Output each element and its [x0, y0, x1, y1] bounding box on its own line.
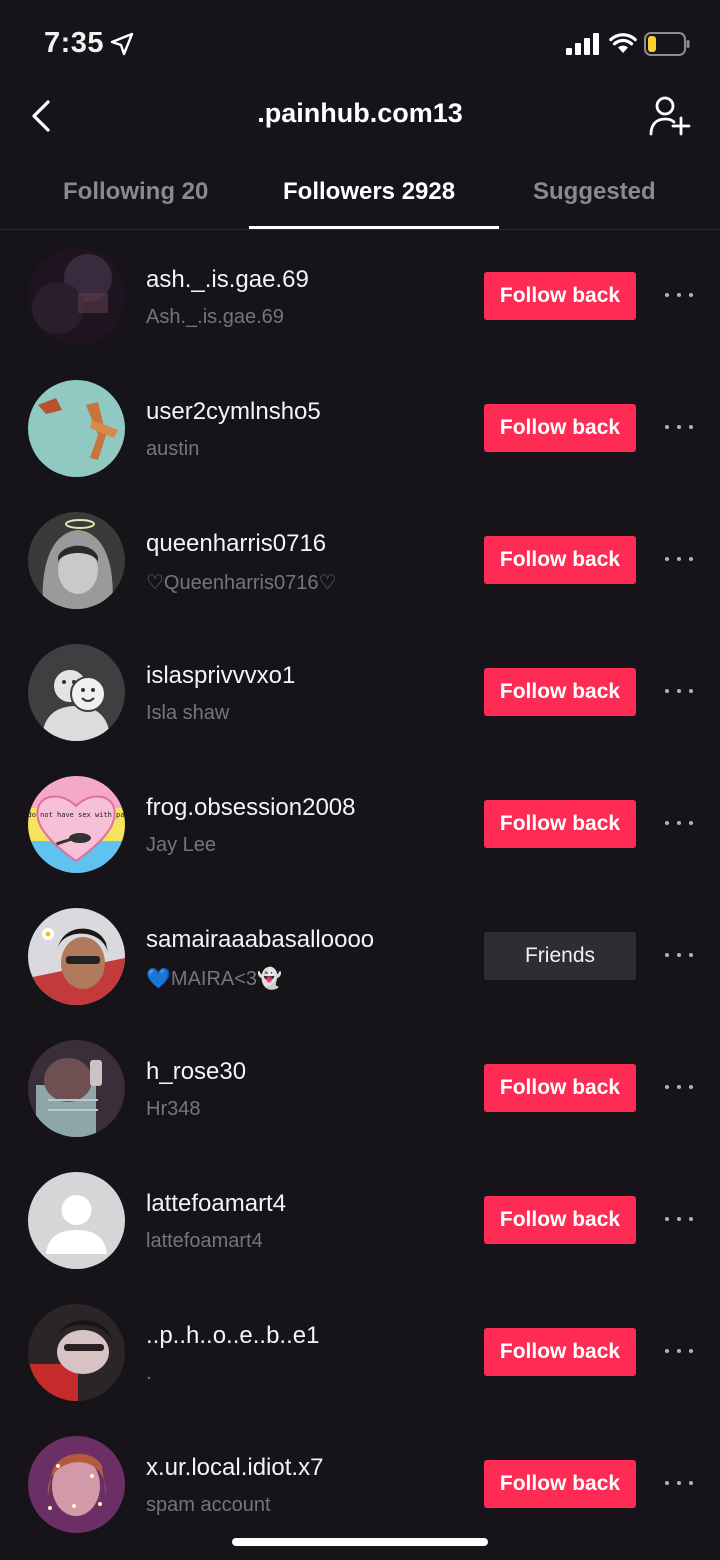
follower-nickname: Isla shaw — [146, 702, 230, 724]
avatar[interactable] — [28, 380, 125, 477]
follow-back-button[interactable]: Follow back — [484, 800, 636, 848]
more-options-icon[interactable] — [664, 818, 694, 828]
follower-nickname: ♡Queenharris0716♡ — [146, 572, 337, 594]
tab-bar: Following 20 Followers 2928 Suggested — [0, 160, 720, 230]
more-options-icon[interactable] — [664, 950, 694, 960]
location-arrow-icon — [110, 32, 134, 56]
list-item[interactable]: queenharris0716 ♡Queenharris0716♡ Follow… — [0, 494, 720, 626]
list-item[interactable]: islasprivvvxo1 Isla shaw Follow back — [0, 626, 720, 758]
follower-nickname: Jay Lee — [146, 834, 217, 856]
follow-back-button[interactable]: Follow back — [484, 1196, 636, 1244]
follow-back-button[interactable]: Follow back — [484, 668, 636, 716]
status-bar: 7:35 — [0, 0, 720, 88]
avatar[interactable] — [28, 248, 125, 345]
more-options-icon[interactable] — [664, 290, 694, 300]
list-item[interactable]: x.ur.local.idiot.x7 spam account Follow … — [0, 1418, 720, 1550]
more-options-icon[interactable] — [664, 554, 694, 564]
list-item[interactable]: samairaaabasalloooo 💙MAIRA<3👻 Friends — [0, 890, 720, 1022]
follow-back-button[interactable]: Follow back — [484, 404, 636, 452]
follower-username[interactable]: queenharris0716 — [146, 530, 326, 558]
follow-back-button[interactable]: Follow back — [484, 536, 636, 584]
more-options-icon[interactable] — [664, 1082, 694, 1092]
follower-username[interactable]: islasprivvvxo1 — [146, 662, 295, 690]
battery-low-icon — [644, 32, 690, 56]
avatar[interactable] — [28, 1040, 125, 1137]
follow-back-button[interactable]: Follow back — [484, 272, 636, 320]
list-item[interactable]: lattefoamart4 lattefoamart4 Follow back — [0, 1154, 720, 1286]
follower-username[interactable]: user2cymlnsho5 — [146, 398, 321, 426]
follower-username[interactable]: frog.obsession2008 — [146, 794, 355, 822]
active-tab-indicator — [249, 226, 499, 229]
avatar[interactable] — [28, 644, 125, 741]
follow-back-button[interactable]: Follow back — [484, 1328, 636, 1376]
tab-followers[interactable]: Followers 2928 — [283, 178, 455, 206]
follower-username[interactable]: ..p..h..o..e..b..e1 — [146, 1322, 319, 1350]
avatar-caption: i do not have sex with pans — [28, 811, 125, 819]
follower-nickname: austin — [146, 438, 200, 460]
avatar[interactable] — [28, 1172, 125, 1269]
avatar[interactable]: i do not have sex with pans — [28, 776, 125, 873]
friends-button[interactable]: Friends — [484, 932, 636, 980]
follower-nickname: spam account — [146, 1494, 271, 1516]
tab-suggested[interactable]: Suggested — [533, 178, 656, 206]
follower-username[interactable]: x.ur.local.idiot.x7 — [146, 1454, 323, 1482]
avatar[interactable] — [28, 908, 125, 1005]
follower-nickname: . — [146, 1362, 152, 1384]
list-item[interactable]: ..p..h..o..e..b..e1 . Follow back — [0, 1286, 720, 1418]
cellular-signal-icon — [566, 33, 599, 55]
more-options-icon[interactable] — [664, 1346, 694, 1356]
list-item[interactable]: i do not have sex with pans frog.obsessi… — [0, 758, 720, 890]
wifi-icon — [609, 33, 637, 53]
follower-nickname: 💙MAIRA<3👻 — [146, 968, 282, 990]
list-item[interactable]: ash._.is.gae.69 Ash._.is.gae.69 Follow b… — [0, 230, 720, 362]
follow-back-button[interactable]: Follow back — [484, 1460, 636, 1508]
follower-username[interactable]: lattefoamart4 — [146, 1190, 286, 1218]
home-indicator[interactable] — [232, 1538, 488, 1546]
tab-following[interactable]: Following 20 — [63, 178, 208, 206]
page-title: .painhub.com13 — [257, 98, 463, 128]
follower-username[interactable]: ash._.is.gae.69 — [146, 266, 309, 294]
more-options-icon[interactable] — [664, 422, 694, 432]
add-user-icon[interactable] — [648, 94, 692, 138]
more-options-icon[interactable] — [664, 1214, 694, 1224]
follower-nickname: Hr348 — [146, 1098, 201, 1120]
follower-username[interactable]: h_rose30 — [146, 1058, 246, 1086]
avatar[interactable] — [28, 1436, 125, 1533]
status-time: 7:35 — [44, 27, 105, 59]
follow-back-button[interactable]: Follow back — [484, 1064, 636, 1112]
more-options-icon[interactable] — [664, 1478, 694, 1488]
list-item[interactable]: h_rose30 Hr348 Follow back — [0, 1022, 720, 1154]
follower-nickname: lattefoamart4 — [146, 1230, 263, 1252]
more-options-icon[interactable] — [664, 686, 694, 696]
avatar[interactable] — [28, 512, 125, 609]
follower-nickname: Ash._.is.gae.69 — [146, 306, 284, 328]
avatar[interactable] — [28, 1304, 125, 1401]
follower-username[interactable]: samairaaabasalloooo — [146, 926, 374, 954]
list-item[interactable]: user2cymlnsho5 austin Follow back — [0, 362, 720, 494]
header: .painhub.com13 — [0, 88, 720, 148]
